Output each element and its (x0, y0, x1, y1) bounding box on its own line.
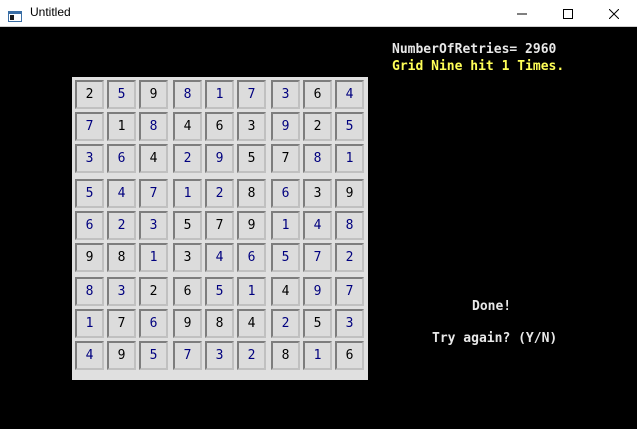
sudoku-cell: 5 (173, 211, 202, 240)
sudoku-cell: 7 (75, 112, 104, 141)
sudoku-cell: 2 (335, 243, 364, 272)
sudoku-cell: 3 (75, 144, 104, 173)
sudoku-cell: 6 (139, 309, 168, 338)
sudoku-cell: 6 (271, 179, 300, 208)
sudoku-cell: 8 (271, 341, 300, 370)
maximize-button[interactable] (545, 0, 591, 27)
done-message: Done! (472, 299, 512, 314)
sudoku-cell: 5 (139, 341, 168, 370)
retries-status: NumberOfRetries= 2960 (392, 42, 557, 57)
sudoku-cell: 6 (303, 80, 332, 109)
sudoku-cell: 9 (303, 277, 332, 306)
sudoku-cell: 2 (173, 144, 202, 173)
console-app-icon (8, 7, 22, 22)
sudoku-cell: 8 (75, 277, 104, 306)
sudoku-cell: 2 (139, 277, 168, 306)
sudoku-cell: 2 (75, 80, 104, 109)
sudoku-cell: 4 (303, 211, 332, 240)
sudoku-cell: 2 (303, 112, 332, 141)
sudoku-board: 2598173647184639253642957815471286396235… (72, 77, 368, 380)
sudoku-cell: 4 (107, 179, 136, 208)
sudoku-cell: 6 (335, 341, 364, 370)
minimize-icon (517, 9, 527, 19)
sudoku-cell: 9 (75, 243, 104, 272)
sudoku-cell: 7 (205, 211, 234, 240)
sudoku-cell: 7 (271, 144, 300, 173)
sudoku-cell: 2 (271, 309, 300, 338)
sudoku-cell: 2 (107, 211, 136, 240)
sudoku-cell: 5 (335, 112, 364, 141)
title-bar[interactable]: Untitled (0, 0, 637, 27)
sudoku-cell: 3 (303, 179, 332, 208)
sudoku-cell: 9 (173, 309, 202, 338)
sudoku-cell: 7 (173, 341, 202, 370)
sudoku-cell: 7 (303, 243, 332, 272)
sudoku-cell: 8 (237, 179, 266, 208)
sudoku-cell: 4 (335, 80, 364, 109)
sudoku-cell: 4 (271, 277, 300, 306)
sudoku-cell: 8 (335, 211, 364, 240)
sudoku-cell: 9 (107, 341, 136, 370)
sudoku-cell: 8 (139, 112, 168, 141)
sudoku-cell: 3 (107, 277, 136, 306)
sudoku-cell: 3 (139, 211, 168, 240)
sudoku-cell: 5 (107, 80, 136, 109)
sudoku-cell: 4 (75, 341, 104, 370)
sudoku-cell: 6 (107, 144, 136, 173)
sudoku-cell: 6 (173, 277, 202, 306)
sudoku-cell: 1 (205, 80, 234, 109)
sudoku-cell: 5 (205, 277, 234, 306)
maximize-icon (563, 8, 573, 19)
sudoku-cell: 1 (335, 144, 364, 173)
sudoku-cell: 7 (335, 277, 364, 306)
close-button[interactable] (591, 0, 637, 27)
sudoku-cell: 3 (173, 243, 202, 272)
sudoku-cell: 3 (335, 309, 364, 338)
grid-hit-status: Grid Nine hit 1 Times. (392, 59, 565, 74)
sudoku-cell: 8 (107, 243, 136, 272)
sudoku-cell: 1 (271, 211, 300, 240)
sudoku-cell: 6 (205, 112, 234, 141)
sudoku-cell: 1 (107, 112, 136, 141)
sudoku-cell: 8 (173, 80, 202, 109)
sudoku-cell: 8 (303, 144, 332, 173)
sudoku-cell: 6 (75, 211, 104, 240)
close-icon (609, 8, 619, 19)
sudoku-cell: 7 (139, 179, 168, 208)
sudoku-cell: 4 (237, 309, 266, 338)
minimize-button[interactable] (499, 0, 545, 27)
sudoku-cell: 6 (237, 243, 266, 272)
sudoku-cell: 5 (303, 309, 332, 338)
sudoku-cell: 9 (139, 80, 168, 109)
sudoku-cell: 1 (303, 341, 332, 370)
sudoku-cell: 5 (271, 243, 300, 272)
sudoku-cell: 8 (205, 309, 234, 338)
sudoku-cell: 4 (205, 243, 234, 272)
sudoku-cell: 9 (237, 211, 266, 240)
sudoku-cell: 3 (271, 80, 300, 109)
sudoku-cell: 1 (237, 277, 266, 306)
sudoku-cell: 1 (139, 243, 168, 272)
sudoku-cell: 3 (205, 341, 234, 370)
sudoku-cell: 9 (205, 144, 234, 173)
sudoku-cell: 9 (271, 112, 300, 141)
window-title: Untitled (30, 5, 71, 19)
sudoku-cell: 3 (237, 112, 266, 141)
sudoku-cell: 5 (75, 179, 104, 208)
sudoku-cell: 2 (205, 179, 234, 208)
sudoku-cell: 1 (75, 309, 104, 338)
sudoku-cell: 7 (107, 309, 136, 338)
sudoku-cell: 1 (173, 179, 202, 208)
sudoku-cell: 2 (237, 341, 266, 370)
sudoku-cell: 4 (139, 144, 168, 173)
sudoku-cell: 9 (335, 179, 364, 208)
sudoku-cell: 5 (237, 144, 266, 173)
sudoku-cell: 4 (173, 112, 202, 141)
sudoku-cell: 7 (237, 80, 266, 109)
try-again-prompt: Try again? (Y/N) (432, 331, 558, 346)
